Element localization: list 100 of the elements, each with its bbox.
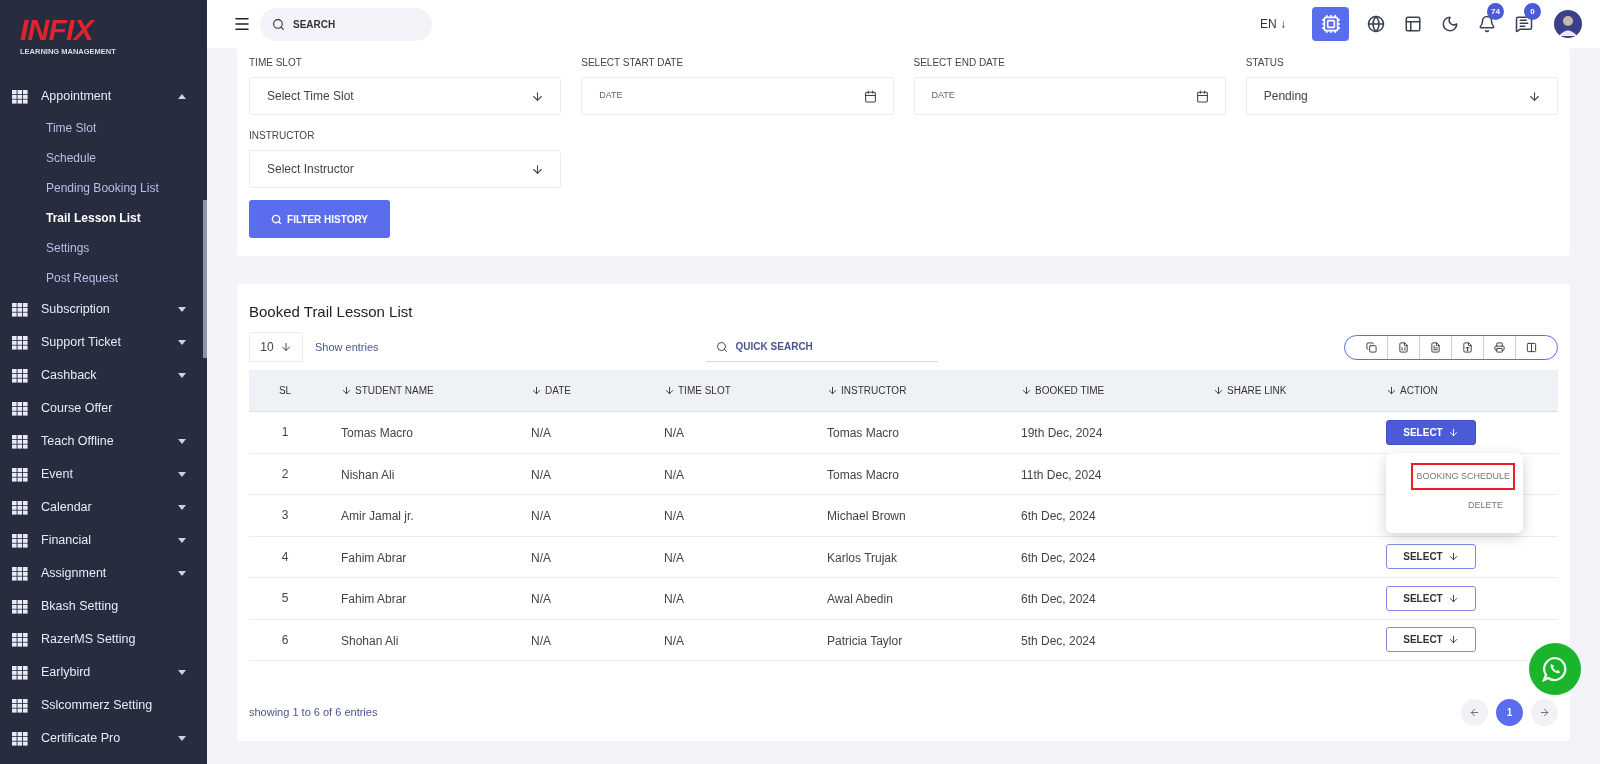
arrow-down-icon xyxy=(531,89,545,103)
sort-icon xyxy=(531,385,542,396)
caret-down-icon xyxy=(178,571,186,576)
select-button[interactable]: SELECT xyxy=(1386,544,1476,570)
sidebar-subitem[interactable]: Post Request xyxy=(0,263,207,293)
language-selector[interactable]: EN ↓ xyxy=(1260,15,1286,33)
grid-icon xyxy=(12,89,28,104)
logo-brand: INFIX xyxy=(20,15,96,45)
sidebar-item[interactable]: Earlybird xyxy=(0,656,207,689)
sidebar-scrollbar[interactable] xyxy=(203,200,207,358)
table-cell: N/A xyxy=(664,509,684,524)
grid-icon xyxy=(12,698,28,713)
select-button[interactable]: SELECT xyxy=(1386,419,1476,445)
quick-search-field[interactable]: QUICK SEARCH xyxy=(705,332,938,362)
table-cell: Shohan Ali xyxy=(341,633,399,648)
arrow-left-icon xyxy=(1469,706,1480,718)
globe-icon[interactable] xyxy=(1367,15,1385,33)
search-field[interactable]: SEARCH xyxy=(260,7,432,41)
sidebar-item[interactable]: Calendar xyxy=(0,491,207,524)
layout-icon[interactable] xyxy=(1404,15,1422,33)
table-cell: N/A xyxy=(664,426,684,441)
table-cell: Amir Jamal jr. xyxy=(341,509,414,524)
table-cell: Patricia Taylor xyxy=(827,633,903,648)
moon-icon[interactable] xyxy=(1441,15,1459,33)
sidebar-item[interactable]: Cashback xyxy=(0,359,207,392)
avatar[interactable] xyxy=(1554,10,1582,38)
spreadsheet-icon xyxy=(1398,341,1409,353)
sidebar-subitem[interactable]: Schedule xyxy=(0,143,207,173)
sidebar-item[interactable]: Sslcommerz Setting xyxy=(0,689,207,722)
sidebar-subitem[interactable]: Time Slot xyxy=(0,113,207,143)
sort-icon xyxy=(1021,385,1032,396)
sidebar-item[interactable]: Event xyxy=(0,458,207,491)
select-field[interactable]: Select Time Slot xyxy=(249,77,562,115)
arrow-down-icon xyxy=(1447,551,1459,563)
sidebar-subitem[interactable]: Settings xyxy=(0,233,207,263)
page-size-select[interactable]: 10 xyxy=(249,332,303,362)
search-icon xyxy=(715,341,728,353)
caret-down-icon xyxy=(178,439,186,444)
menu-item[interactable]: BOOKING SCHEDULE xyxy=(1411,462,1515,491)
column-header[interactable]: SL xyxy=(249,383,321,398)
sidebar-item[interactable]: Subscription xyxy=(0,293,207,326)
arrow-down-icon xyxy=(1528,89,1541,103)
arrow-right-icon xyxy=(1539,706,1550,718)
grid-icon xyxy=(12,632,28,647)
column-header[interactable]: TIME SLOT xyxy=(644,383,807,398)
sidebar-item[interactable]: Bkash Setting xyxy=(0,590,207,623)
sort-icon xyxy=(341,385,352,396)
filter-history-button[interactable]: FILTER HISTORY xyxy=(249,200,390,238)
field-label: STATUS xyxy=(1245,56,1285,70)
sort-icon xyxy=(1213,385,1224,396)
column-header[interactable]: INSTRUCTOR xyxy=(807,383,1001,398)
sidebar-item[interactable]: Support Ticket xyxy=(0,326,207,359)
date-field[interactable]: DATE xyxy=(581,77,894,115)
column-header[interactable]: ACTION xyxy=(1366,383,1558,398)
message-badge: 0 xyxy=(1524,3,1541,20)
columns-icon xyxy=(1526,341,1537,353)
chip-icon xyxy=(1320,14,1341,34)
sidebar-item[interactable]: Appointment xyxy=(0,80,207,113)
chat-icon[interactable] xyxy=(1515,15,1533,33)
sidebar-item[interactable]: Financial xyxy=(0,524,207,557)
entries-summary: showing 1 to 6 of 6 entries xyxy=(249,704,379,720)
sidebar-item[interactable]: RazerMS Setting xyxy=(0,623,207,656)
table-cell: Tomas Macro xyxy=(341,426,414,441)
menu-item[interactable]: DELETE xyxy=(1468,499,1503,513)
column-header[interactable]: BOOKED TIME xyxy=(1001,383,1193,398)
field-label: SELECT END DATE xyxy=(913,56,1006,70)
select-button[interactable]: SELECT xyxy=(1386,627,1476,653)
sidebar-item[interactable]: Course Offer xyxy=(0,392,207,425)
sidebar-item[interactable]: Teach Offline xyxy=(0,425,207,458)
table-cell-text: 6 xyxy=(281,631,289,649)
table-cell: Tomas Macro xyxy=(827,426,900,441)
sidebar-item[interactable]: Assignment xyxy=(0,557,207,590)
table-cell: Fahim Abrar xyxy=(341,550,407,565)
column-header[interactable]: SHARE LINK xyxy=(1193,383,1366,398)
bell-icon[interactable] xyxy=(1478,15,1496,33)
arrow-down-icon xyxy=(1447,426,1459,438)
grid-icon xyxy=(12,500,28,515)
page-button[interactable]: 1 xyxy=(1496,698,1523,726)
sidebar-subitem[interactable]: Pending Booking List xyxy=(0,173,207,203)
caret-up-icon xyxy=(178,94,186,99)
field-label: SELECT START DATE xyxy=(581,56,685,70)
select-field[interactable]: Select Instructor xyxy=(249,150,562,188)
table-cell: N/A xyxy=(664,550,684,565)
menu-icon[interactable] xyxy=(233,15,251,33)
date-field[interactable]: DATE xyxy=(913,77,1226,115)
ai-chip-button[interactable] xyxy=(1312,7,1349,41)
grid-icon xyxy=(12,566,28,581)
document-icon xyxy=(1430,341,1441,353)
column-header[interactable]: STUDENT NAME xyxy=(321,383,511,398)
select-field[interactable]: Pending xyxy=(1245,77,1558,115)
column-header[interactable]: DATE xyxy=(511,383,644,398)
grid-icon xyxy=(12,533,28,548)
sidebar-subitem[interactable]: Trail Lesson List xyxy=(0,203,207,233)
table-cell: N/A xyxy=(531,633,551,648)
grid-icon xyxy=(12,335,28,350)
sidebar-item[interactable]: Certificate Pro xyxy=(0,722,207,755)
table-cell: N/A xyxy=(664,633,684,648)
select-button[interactable]: SELECT xyxy=(1386,585,1476,611)
table-cell-text: 4 xyxy=(281,548,289,566)
table-cell: N/A xyxy=(531,592,551,607)
